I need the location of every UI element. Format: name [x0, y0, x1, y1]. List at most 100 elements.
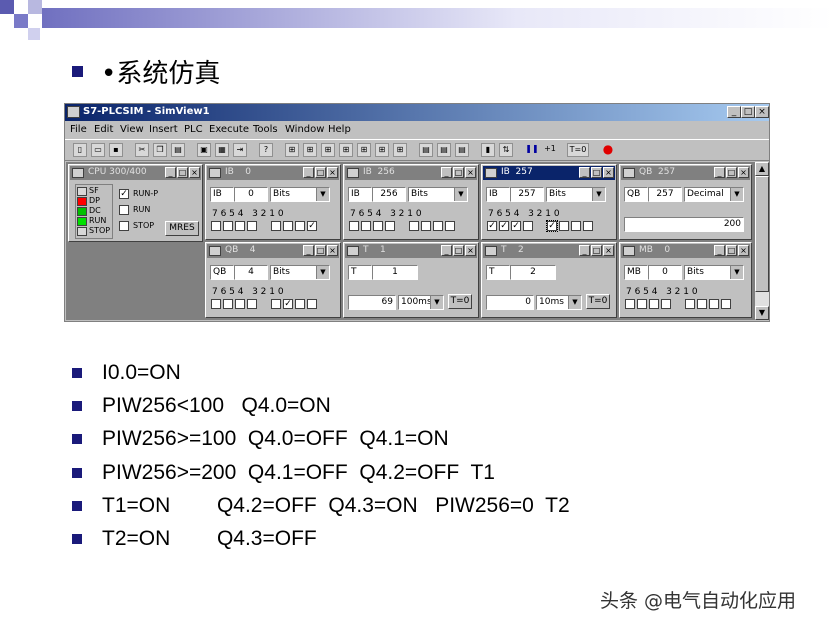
ib256-minimize-button[interactable]: _	[441, 167, 452, 178]
ib256-maximize-button[interactable]: □	[453, 167, 464, 178]
menu-view[interactable]: View	[120, 124, 144, 135]
qb4-area-field[interactable]: QB	[210, 265, 234, 280]
ib257-bit2-checkbox[interactable]	[559, 221, 569, 231]
tile-icon[interactable]: ▦	[215, 143, 229, 157]
qb4-bit1-checkbox[interactable]	[295, 299, 305, 309]
cpu-minimize-button[interactable]: _	[165, 167, 176, 178]
ib0-bit6-checkbox[interactable]	[223, 221, 233, 231]
t1-minimize-button[interactable]: _	[441, 245, 452, 256]
menu-window[interactable]: Window	[285, 124, 324, 135]
reset-timers-button[interactable]: T=0	[567, 143, 589, 157]
cut-icon[interactable]: ✂	[135, 143, 149, 157]
ib257-bit7-checkbox[interactable]: ✓	[487, 221, 497, 231]
ib256-bit7-checkbox[interactable]	[349, 221, 359, 231]
qb257-address-field[interactable]: 257	[648, 187, 682, 202]
t2-close-button[interactable]: ×	[603, 245, 614, 256]
ib256-bit0-checkbox[interactable]	[445, 221, 455, 231]
mode-stop-checkbox[interactable]	[119, 221, 129, 231]
mb0-bit0-checkbox[interactable]	[721, 299, 731, 309]
ib0-format-select[interactable]: Bits ▼	[270, 187, 330, 202]
single-scan-icon[interactable]: ▮	[481, 143, 495, 157]
t1-value-field[interactable]: 69	[348, 295, 396, 310]
insert-timer-icon[interactable]: ⊞	[339, 143, 353, 157]
ib0-bit7-checkbox[interactable]	[211, 221, 221, 231]
cascade-icon[interactable]: ▣	[197, 143, 211, 157]
ib0-bit1-checkbox[interactable]	[295, 221, 305, 231]
insert-vertical-bits-icon[interactable]: ⊞	[393, 143, 407, 157]
insert-input-icon[interactable]: ⊞	[285, 143, 299, 157]
menu-edit[interactable]: Edit	[94, 124, 113, 135]
t2-area-field[interactable]: T	[486, 265, 510, 280]
t1-close-button[interactable]: ×	[465, 245, 476, 256]
ib0-minimize-button[interactable]: _	[303, 167, 314, 178]
t2-timebase-select[interactable]: 10ms ▼	[536, 295, 582, 310]
qb4-minimize-button[interactable]: _	[303, 245, 314, 256]
ib257-bit6-checkbox[interactable]: ✓	[499, 221, 509, 231]
mb0-bit7-checkbox[interactable]	[625, 299, 635, 309]
t1-timebase-select[interactable]: 100ms ▼	[398, 295, 444, 310]
mb0-bit3-checkbox[interactable]	[685, 299, 695, 309]
qb4-bit7-checkbox[interactable]	[211, 299, 221, 309]
qb4-bit5-checkbox[interactable]	[235, 299, 245, 309]
t2-reset-button[interactable]: T=0	[586, 294, 610, 309]
qb4-bit3-checkbox[interactable]	[271, 299, 281, 309]
ib0-bit5-checkbox[interactable]	[235, 221, 245, 231]
ib0-bit2-checkbox[interactable]	[283, 221, 293, 231]
scroll-down-icon[interactable]: ▼	[755, 306, 769, 320]
ib256-close-button[interactable]: ×	[465, 167, 476, 178]
qb257-format-select[interactable]: Decimal ▼	[684, 187, 744, 202]
ib256-bit3-checkbox[interactable]	[409, 221, 419, 231]
mode-run-checkbox[interactable]	[119, 205, 129, 215]
scroll-thumb[interactable]	[755, 176, 769, 292]
ib0-area-field[interactable]: IB	[210, 187, 234, 202]
scroll-up-icon[interactable]: ▲	[755, 162, 769, 176]
t1-reset-button[interactable]: T=0	[448, 294, 472, 309]
mb0-bit2-checkbox[interactable]	[697, 299, 707, 309]
qb4-address-field[interactable]: 4	[234, 265, 268, 280]
qb4-close-button[interactable]: ×	[327, 245, 338, 256]
qb257-maximize-button[interactable]: □	[726, 167, 737, 178]
ib0-address-field[interactable]: 0	[234, 187, 268, 202]
t2-minimize-button[interactable]: _	[579, 245, 590, 256]
stack-icon[interactable]: ▤	[455, 143, 469, 157]
mode-runp-checkbox[interactable]: ✓	[119, 189, 129, 199]
mb0-format-select[interactable]: Bits ▼	[684, 265, 744, 280]
mb0-bit1-checkbox[interactable]	[709, 299, 719, 309]
qb4-bit2-checkbox[interactable]: ✓	[283, 299, 293, 309]
menu-plc[interactable]: PLC	[184, 124, 203, 135]
cpu-close-button[interactable]: ×	[189, 167, 200, 178]
menu-help[interactable]: Help	[328, 124, 351, 135]
vertical-scrollbar[interactable]: ▲ ▼	[755, 162, 769, 320]
block-regs-icon[interactable]: ▤	[437, 143, 451, 157]
pin-icon[interactable]: ●	[601, 143, 615, 157]
ib257-bit1-checkbox[interactable]	[571, 221, 581, 231]
ib257-address-field[interactable]: 257	[510, 187, 544, 202]
menu-insert[interactable]: Insert	[149, 124, 178, 135]
ib257-bit3-checkbox[interactable]: ✓	[546, 220, 558, 232]
t1-address-field[interactable]: 1	[372, 265, 418, 280]
qb4-bit6-checkbox[interactable]	[223, 299, 233, 309]
insert-bit-memory-icon[interactable]: ⊞	[321, 143, 335, 157]
t2-value-field[interactable]: 0	[486, 295, 534, 310]
copy-icon[interactable]: ❐	[153, 143, 167, 157]
ib257-maximize-button[interactable]: □	[591, 167, 602, 178]
next-scan-button[interactable]: +1	[541, 143, 559, 157]
mb0-minimize-button[interactable]: _	[714, 245, 725, 256]
ib0-maximize-button[interactable]: □	[315, 167, 326, 178]
maximize-button[interactable]: □	[741, 106, 755, 118]
close-button[interactable]: ×	[755, 106, 769, 118]
save-icon[interactable]: ▪	[109, 143, 123, 157]
open-icon[interactable]: ▭	[91, 143, 105, 157]
qb257-minimize-button[interactable]: _	[714, 167, 725, 178]
mb0-close-button[interactable]: ×	[738, 245, 749, 256]
qb4-format-select[interactable]: Bits ▼	[270, 265, 330, 280]
continuous-scan-icon[interactable]: ⇅	[499, 143, 513, 157]
ib0-bit4-checkbox[interactable]	[247, 221, 257, 231]
ib257-minimize-button[interactable]: _	[579, 167, 590, 178]
ib256-bit4-checkbox[interactable]	[385, 221, 395, 231]
ib257-bit5-checkbox[interactable]: ✓	[511, 221, 521, 231]
new-icon[interactable]: ▯	[73, 143, 87, 157]
help-icon[interactable]: ?	[259, 143, 273, 157]
ib256-bit5-checkbox[interactable]	[373, 221, 383, 231]
ib257-bit4-checkbox[interactable]	[523, 221, 533, 231]
